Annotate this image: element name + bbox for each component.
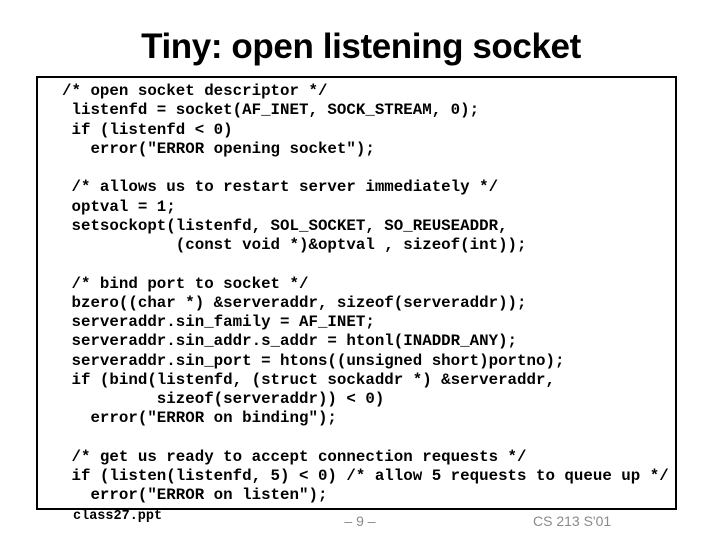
footer-page-number: – 9 – bbox=[344, 513, 376, 529]
code-line: if (bind(listenfd, (struct sockaddr *) &… bbox=[62, 370, 555, 389]
code-line-blank bbox=[62, 159, 669, 178]
code-line-blank bbox=[62, 255, 669, 274]
code-line: serveraddr.sin_family = AF_INET; bbox=[62, 313, 375, 331]
code-line: listenfd = socket(AF_INET, SOCK_STREAM, … bbox=[62, 101, 480, 120]
code-line: optval = 1; bbox=[62, 197, 176, 216]
footer-course-label: CS 213 S'01 bbox=[533, 513, 612, 529]
slide-title: Tiny: open listening socket bbox=[141, 27, 581, 66]
code-line: /* get us ready to accept connection req… bbox=[62, 447, 527, 466]
code-line: if (listenfd < 0) bbox=[62, 120, 233, 139]
code-line: /* open socket descriptor */ bbox=[62, 82, 328, 100]
code-listing: /* open socket descriptor */ listenfd = … bbox=[62, 82, 669, 506]
code-line: error("ERROR on listen"); bbox=[62, 486, 328, 505]
code-box: /* open socket descriptor */ listenfd = … bbox=[36, 76, 677, 510]
footer-filename: class27.ppt bbox=[73, 509, 163, 524]
code-line: setsockopt(listenfd, SOL_SOCKET, SO_REUS… bbox=[62, 216, 508, 235]
code-line-blank bbox=[62, 429, 669, 448]
code-line: bzero((char *) &serveraddr, sizeof(serve… bbox=[62, 293, 527, 312]
code-line: serveraddr.sin_addr.s_addr = htonl(INADD… bbox=[62, 332, 518, 351]
code-line: error("ERROR opening socket"); bbox=[62, 139, 375, 158]
code-line: /* allows us to restart server immediate… bbox=[62, 178, 499, 197]
code-line: sizeof(serveraddr)) < 0) bbox=[62, 390, 385, 408]
code-line: if (listen(listenfd, 5) < 0) /* allow 5 … bbox=[62, 467, 669, 485]
code-line: /* bind port to socket */ bbox=[62, 274, 309, 293]
code-line: (const void *)&optval , sizeof(int)); bbox=[62, 236, 527, 254]
code-line: error("ERROR on binding"); bbox=[62, 409, 337, 428]
code-line: serveraddr.sin_port = htons((unsigned sh… bbox=[62, 351, 565, 370]
